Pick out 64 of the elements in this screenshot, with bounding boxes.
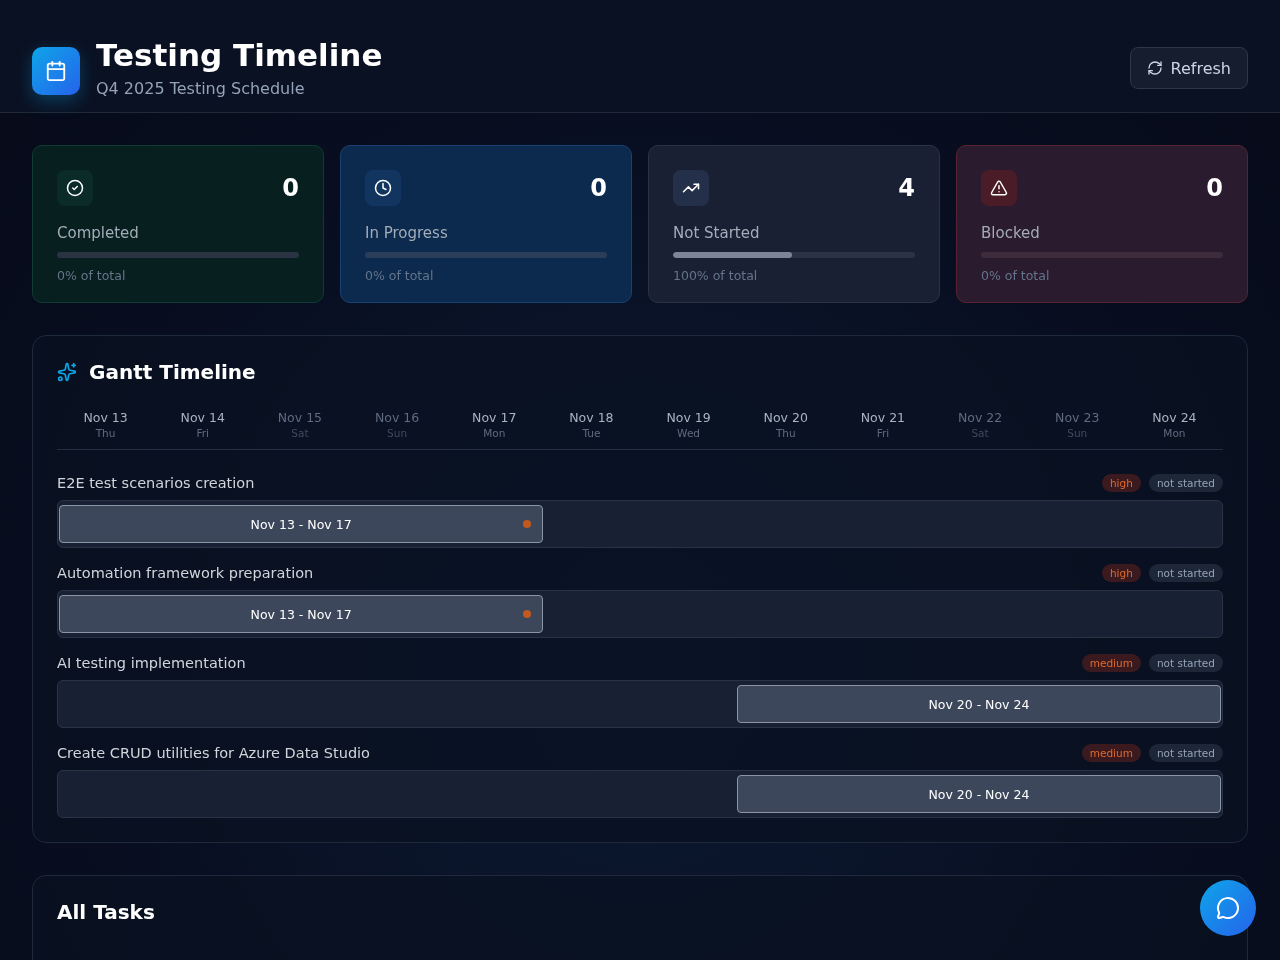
chat-icon <box>1216 896 1240 920</box>
stat-caption: 0% of total <box>365 268 435 283</box>
day-weekday: Sun <box>387 427 408 439</box>
warning-icon <box>981 170 1017 206</box>
section-title: All Tasks <box>57 900 156 924</box>
day-date: Nov 15 <box>277 410 323 425</box>
task-name: AI testing implementation <box>57 655 246 671</box>
stat-label: Not Started <box>673 224 761 242</box>
stat-caption: 0% of total <box>57 268 127 283</box>
status-badge: not started <box>1148 744 1223 762</box>
day-weekday: Fri <box>876 427 890 439</box>
day-date: Nov 21 <box>860 410 906 425</box>
day-date: Nov 23 <box>1055 410 1100 425</box>
task-name: Automation framework preparation <box>57 565 314 581</box>
stat-label: Blocked <box>981 224 1041 242</box>
trend-up-icon <box>673 170 709 206</box>
page-subtitle: Q4 2025 Testing Schedule <box>96 78 306 98</box>
priority-badge: medium <box>1081 654 1141 672</box>
section-title: Gantt Timeline <box>89 360 256 384</box>
day-weekday: Wed <box>677 427 700 439</box>
day-weekday: Thu <box>775 427 796 439</box>
task-bar[interactable]: Nov 13 - Nov 17 <box>59 595 544 633</box>
task-bar[interactable]: Nov 20 - Nov 24 <box>736 685 1221 723</box>
day-date: Nov 16 <box>374 410 420 425</box>
stat-label: Completed <box>57 224 140 242</box>
status-badge: not started <box>1148 564 1223 582</box>
status-badge: not started <box>1148 654 1223 672</box>
priority-badge: high <box>1101 474 1141 492</box>
priority-badge: medium <box>1081 744 1141 762</box>
priority-badge: high <box>1101 564 1141 582</box>
task-bar[interactable]: Nov 13 - Nov 17 <box>59 505 544 543</box>
day-date: Nov 22 <box>957 410 1003 425</box>
day-weekday: Sun <box>1067 427 1088 439</box>
day-weekday: Tue <box>582 427 601 439</box>
task-name: Create CRUD utilities for Azure Data Studio <box>57 745 370 761</box>
day-weekday: Mon <box>1163 427 1186 439</box>
stat-value: 0 <box>1206 174 1223 202</box>
day-weekday: Thu <box>95 427 116 439</box>
status-badge: not started <box>1148 474 1223 492</box>
day-date: Nov 24 <box>1152 410 1197 425</box>
stat-value: 0 <box>282 174 299 202</box>
day-weekday: Fri <box>196 427 209 439</box>
refresh-icon <box>1146 60 1163 76</box>
stat-value: 0 <box>590 174 607 202</box>
day-weekday: Mon <box>483 427 506 439</box>
page-title: Testing Timeline <box>96 36 383 73</box>
day-date: Nov 20 <box>763 410 808 425</box>
clock-icon <box>365 170 401 206</box>
sparkles-icon <box>57 362 77 382</box>
stat-value: 4 <box>898 174 915 202</box>
day-weekday: Sat <box>971 427 989 439</box>
day-date: Nov 17 <box>472 410 517 425</box>
day-date: Nov 19 <box>666 410 711 425</box>
calendar-logo-icon <box>32 46 80 95</box>
day-date: Nov 14 <box>180 410 225 425</box>
day-weekday: Sat <box>291 427 309 439</box>
task-name: E2E test scenarios creation <box>57 475 255 491</box>
stat-label: In Progress <box>365 224 449 242</box>
stat-caption: 0% of total <box>981 268 1051 283</box>
task-bar[interactable]: Nov 20 - Nov 24 <box>736 775 1221 813</box>
day-date: Nov 13 <box>83 410 128 425</box>
refresh-button[interactable]: Refresh <box>1129 47 1248 89</box>
day-date: Nov 18 <box>569 410 614 425</box>
stat-caption: 100% of total <box>673 268 759 283</box>
